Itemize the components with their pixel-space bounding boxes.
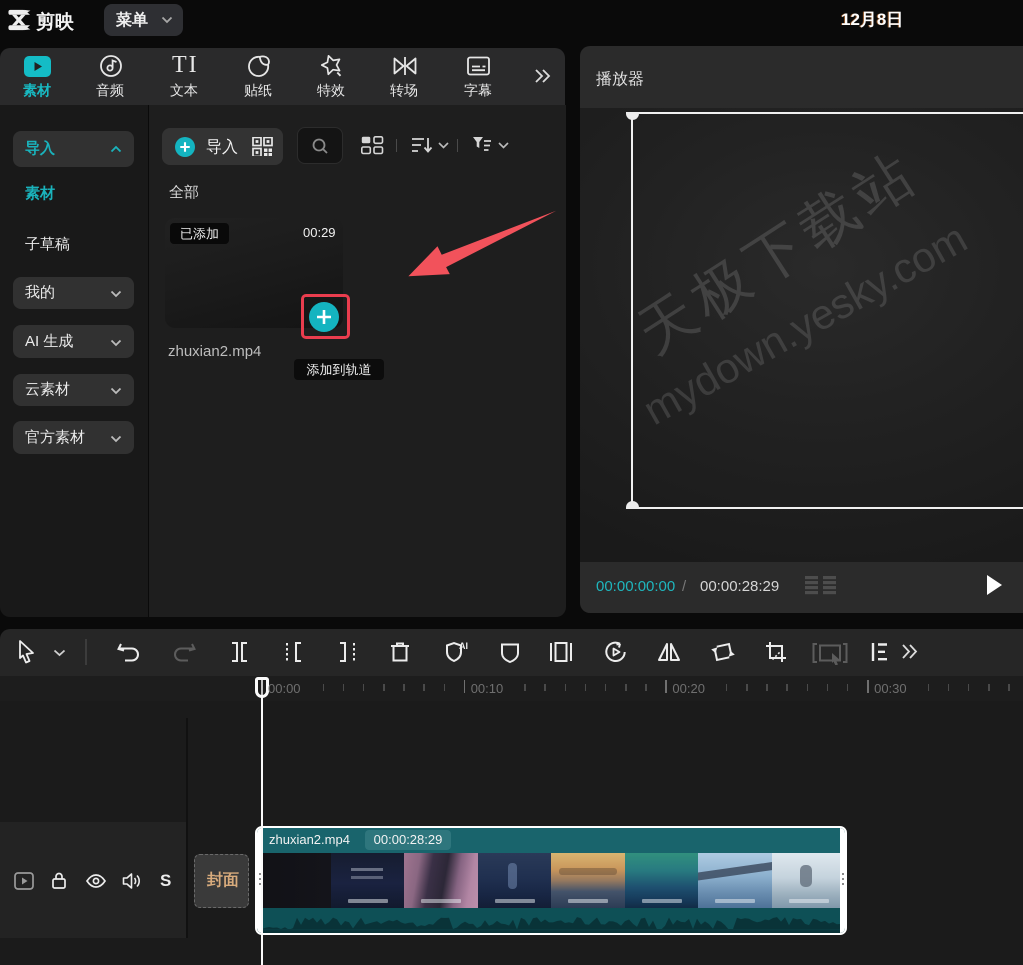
svg-text:AI: AI [459,641,468,651]
